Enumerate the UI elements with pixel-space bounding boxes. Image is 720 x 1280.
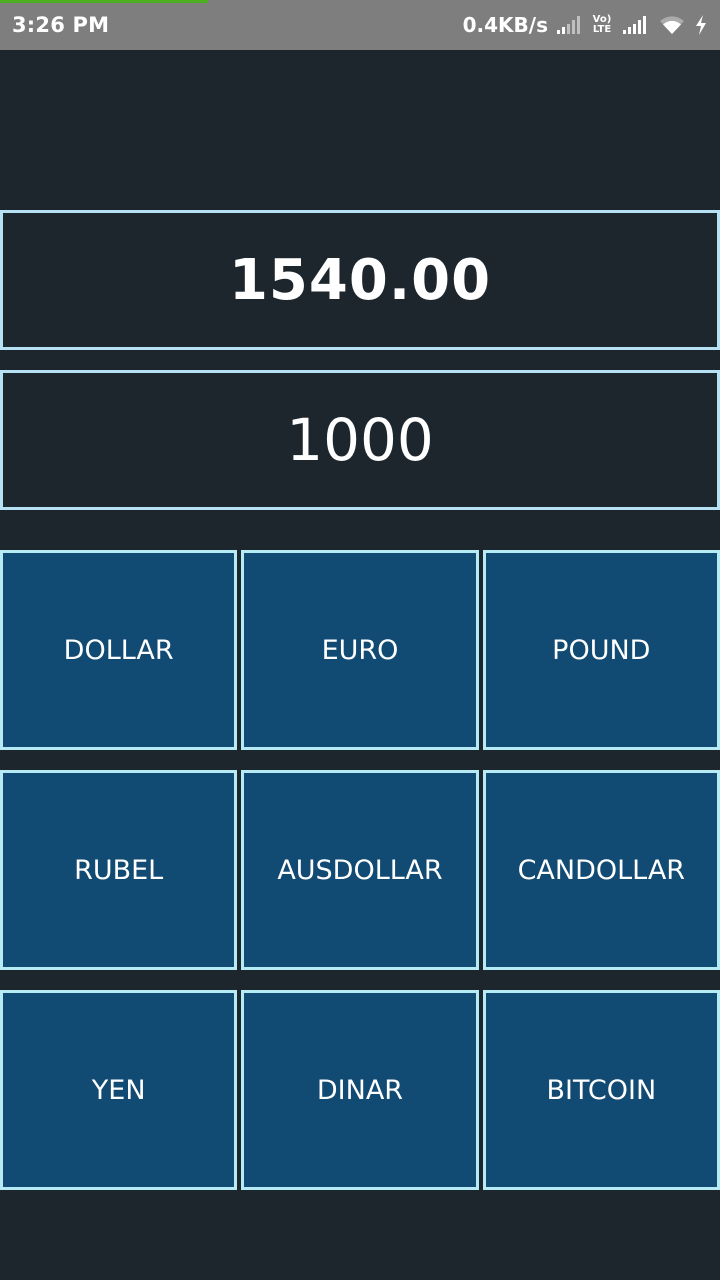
candollar-button[interactable]: CANDOLLAR [482, 770, 720, 970]
load-progress-bar [0, 0, 208, 3]
rubel-button[interactable]: RUBEL [0, 770, 238, 970]
status-bar: 3:26 PM 0.4KB/s Vo) LTE [0, 0, 720, 50]
signal-strong-icon [622, 15, 650, 35]
amount-input[interactable] [3, 373, 717, 507]
volte-icon: Vo) LTE [590, 15, 614, 35]
converter-screen: 3:26 PM 0.4KB/s Vo) LTE 1540.00 1000 DOL… [0, 0, 720, 1280]
pound-button[interactable]: POUND [482, 550, 720, 750]
status-icons: 0.4KB/s Vo) LTE [463, 10, 708, 40]
status-time: 3:26 PM [12, 13, 110, 37]
yen-button[interactable]: YEN [0, 990, 238, 1190]
currency-row-2: RUBEL AUSDOLLAR CANDOLLAR [0, 770, 720, 970]
volte-label-bottom: LTE [592, 24, 612, 35]
dollar-button[interactable]: DOLLAR [0, 550, 238, 750]
currency-row-3: YEN DINAR BITCOIN [0, 990, 720, 1190]
currency-row-1: DOLLAR EURO POUND [0, 550, 720, 750]
network-speed: 0.4KB/s [462, 13, 548, 37]
euro-button[interactable]: EURO [241, 550, 479, 750]
amount-input-box[interactable] [0, 370, 720, 510]
dinar-button[interactable]: DINAR [241, 990, 479, 1190]
signal-weak-icon [556, 15, 582, 35]
ausdollar-button[interactable]: AUSDOLLAR [241, 770, 479, 970]
conversion-result-display: 1540.00 [0, 210, 720, 350]
conversion-result-value: 1540.00 [228, 247, 492, 313]
bitcoin-button[interactable]: BITCOIN [482, 990, 720, 1190]
charging-icon [694, 14, 708, 36]
wifi-icon [658, 14, 686, 36]
